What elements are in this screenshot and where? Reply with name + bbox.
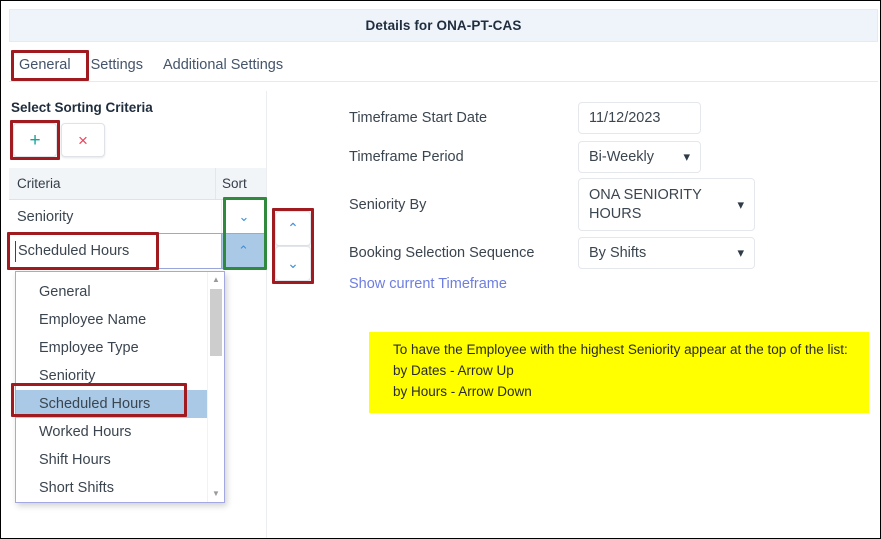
move-down-button[interactable]: ⌄ <box>275 246 311 281</box>
sorting-criteria-grid: Criteria Sort Seniority ⌄ <box>9 168 266 235</box>
tab-additional-settings[interactable]: Additional Settings <box>153 53 293 81</box>
label-seniority-by: Seniority By <box>349 197 427 213</box>
label-timeframe-start-date: Timeframe Start Date <box>349 110 488 126</box>
tab-settings[interactable]: Settings <box>81 53 153 81</box>
page-title: Details for ONA-PT-CAS <box>365 18 522 33</box>
sort-chevron-up-icon[interactable]: ⌃ <box>222 233 266 269</box>
chevron-down-icon: ▾ <box>737 196 744 212</box>
select-sorting-criteria-label: Select Sorting Criteria <box>11 100 153 115</box>
panel-divider <box>266 91 267 538</box>
label-booking-selection-sequence: Booking Selection Sequence <box>349 245 535 261</box>
booking-selection-sequence-value: By Shifts <box>589 244 647 261</box>
tab-strip: General Settings Additional Settings <box>9 49 878 82</box>
show-current-timeframe-link[interactable]: Show current Timeframe <box>349 276 507 292</box>
column-header-criteria: Criteria <box>9 168 216 199</box>
seniority-by-value: ONA SENIORITY HOURS <box>589 187 702 222</box>
scroll-up-arrow-icon[interactable]: ▲ <box>208 273 224 287</box>
note-line-2: by Dates - Arrow Up <box>393 362 514 378</box>
chevron-down-icon: ▾ <box>683 149 690 164</box>
dropdown-options: General Employee Name Employee Type Seni… <box>16 272 209 502</box>
criteria-input[interactable]: Scheduled Hours <box>9 233 222 269</box>
note-callout: To have the Employee with the highest Se… <box>369 332 869 413</box>
timeframe-start-date-value: 11/12/2023 <box>589 109 661 126</box>
list-item[interactable]: Employee Type <box>16 334 209 362</box>
scroll-down-arrow-icon[interactable]: ▼ <box>208 487 224 501</box>
dialog-title-bar: Details for ONA-PT-CAS <box>9 9 878 42</box>
seniority-by-select[interactable]: ONA SENIORITY HOURS ▾ <box>578 178 755 231</box>
delete-criteria-button[interactable]: × <box>61 123 105 157</box>
note-line-1: To have the Employee with the highest Se… <box>393 342 848 357</box>
list-item[interactable]: Seniority <box>16 362 209 390</box>
move-up-button[interactable]: ⌃ <box>275 211 311 246</box>
list-item[interactable]: Employee Name <box>16 306 209 334</box>
details-dialog: Details for ONA-PT-CAS General Settings … <box>0 0 881 539</box>
timeframe-period-select[interactable]: Bi-Weekly ▾ <box>578 141 701 173</box>
criteria-dropdown-list[interactable]: General Employee Name Employee Type Seni… <box>15 271 225 503</box>
tab-general[interactable]: General <box>9 53 81 81</box>
label-timeframe-period: Timeframe Period <box>349 149 464 165</box>
booking-selection-sequence-select[interactable]: By Shifts ▾ <box>578 237 755 269</box>
list-item[interactable]: Short Shifts <box>16 474 209 502</box>
text-caret <box>15 241 16 262</box>
add-criteria-button[interactable]: + <box>13 123 57 157</box>
column-header-sort: Sort <box>222 176 247 191</box>
list-item[interactable]: Shift Hours <box>16 446 209 474</box>
criteria-editor-row: Scheduled Hours ⌃ <box>9 233 266 269</box>
chevron-down-icon: ▾ <box>737 245 744 260</box>
grid-header-row: Criteria Sort <box>9 168 266 200</box>
list-item-selected[interactable]: Scheduled Hours <box>16 390 209 418</box>
sort-chevron-down-icon[interactable]: ⌄ <box>222 200 266 234</box>
table-row[interactable]: Seniority ⌄ <box>9 200 266 235</box>
criteria-input-value: Scheduled Hours <box>18 243 130 259</box>
note-line-3: by Hours - Arrow Down <box>393 383 532 399</box>
scrollbar-thumb[interactable] <box>210 289 222 356</box>
criteria-cell: Seniority <box>9 200 222 234</box>
list-item[interactable]: General <box>16 278 209 306</box>
dropdown-scrollbar[interactable]: ▲ ▼ <box>207 272 224 502</box>
timeframe-period-value: Bi-Weekly <box>589 148 654 165</box>
list-item[interactable]: Worked Hours <box>16 418 209 446</box>
timeframe-start-date-field[interactable]: 11/12/2023 <box>578 102 701 134</box>
